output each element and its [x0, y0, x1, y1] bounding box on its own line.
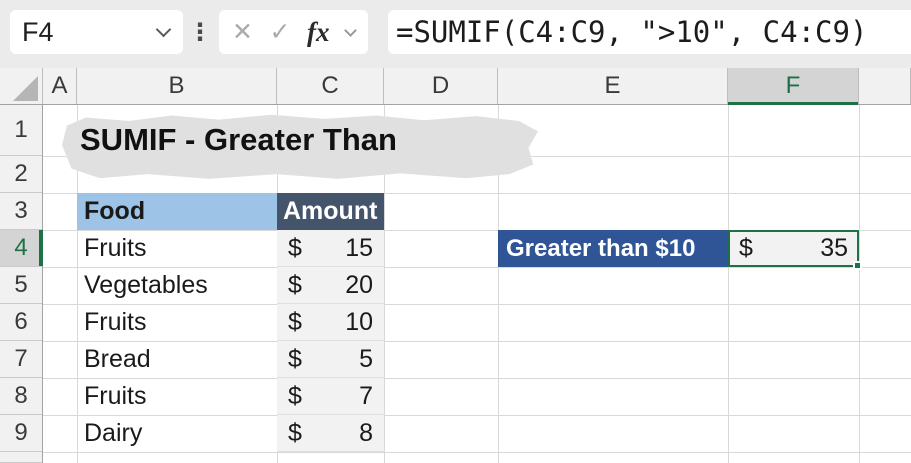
currency-symbol: $	[288, 270, 302, 299]
row-header-3[interactable]: 3	[0, 193, 42, 230]
amount-cell-c8[interactable]: $7	[277, 378, 384, 415]
column-header-partial[interactable]	[859, 68, 911, 104]
currency-symbol: $	[288, 418, 302, 447]
amount-cell-c7[interactable]: $5	[277, 341, 384, 378]
select-all-triangle-icon	[13, 76, 38, 101]
amount-cell-c4[interactable]: $15	[277, 230, 384, 267]
column-header-a[interactable]: A	[43, 68, 77, 104]
gridline	[728, 105, 729, 463]
amount-value: 5	[359, 344, 373, 373]
amount-header-cell[interactable]: Amount	[277, 193, 384, 230]
sheet-grid: A B C D E F 1 2 3 4 5 6 7 8 9 Food Amoun…	[0, 68, 911, 463]
currency-symbol: $	[288, 233, 302, 262]
column-header-f[interactable]: F	[728, 68, 859, 105]
food-cell-b6[interactable]: Fruits	[77, 304, 277, 341]
enter-icon[interactable]: ✓	[269, 19, 290, 45]
column-header-d[interactable]: D	[384, 68, 498, 104]
food-cell-b5[interactable]: Vegetables	[77, 267, 277, 304]
amount-cell-c9[interactable]: $8	[277, 415, 384, 452]
column-header-e[interactable]: E	[498, 68, 728, 104]
row-header-partial[interactable]	[0, 452, 42, 463]
formula-text: =SUMIF(C4:C9, ">10", C4:C9)	[396, 15, 868, 49]
row-header-2[interactable]: 2	[0, 156, 42, 193]
row-header-6[interactable]: 6	[0, 304, 42, 341]
row-header-7[interactable]: 7	[0, 341, 42, 378]
currency-symbol: $	[288, 307, 302, 336]
row-header-5[interactable]: 5	[0, 267, 42, 304]
name-box-value: F4	[22, 16, 54, 47]
amount-cell-c5[interactable]: $20	[277, 267, 384, 304]
amount-cell-c6[interactable]: $10	[277, 304, 384, 341]
gridline	[43, 452, 911, 453]
food-cell-b9[interactable]: Dairy	[77, 415, 277, 452]
amount-value: 20	[345, 270, 373, 299]
name-box[interactable]: F4	[10, 10, 183, 54]
currency-symbol: $	[739, 234, 753, 262]
currency-symbol: $	[288, 344, 302, 373]
excel-window: F4 ⋮ ✕ ✓ fx =SUMIF(C4:C9, ">10", C4:C9) …	[0, 0, 911, 463]
result-value: 35	[820, 234, 848, 262]
row-header-1[interactable]: 1	[0, 105, 42, 156]
formula-toolbar: ✕ ✓ fx	[219, 10, 368, 54]
chevron-down-icon[interactable]	[344, 23, 357, 37]
result-value-cell[interactable]: $ 35	[728, 230, 862, 270]
gridline	[859, 105, 860, 463]
more-options-icon[interactable]: ⋮	[185, 10, 215, 54]
amount-value: 7	[359, 381, 373, 410]
food-cell-b8[interactable]: Fruits	[77, 378, 277, 415]
sheet-title: SUMIF - Greater Than	[80, 122, 397, 157]
column-header-b[interactable]: B	[77, 68, 277, 104]
column-header-c[interactable]: C	[277, 68, 384, 104]
food-header-cell[interactable]: Food	[77, 193, 277, 230]
formula-input[interactable]: =SUMIF(C4:C9, ">10", C4:C9)	[388, 10, 911, 54]
amount-value: 10	[345, 307, 373, 336]
amount-value: 15	[345, 233, 373, 262]
row-header-8[interactable]: 8	[0, 378, 42, 415]
row-header-9[interactable]: 9	[0, 415, 42, 452]
formula-bar: F4 ⋮ ✕ ✓ fx =SUMIF(C4:C9, ">10", C4:C9)	[0, 0, 911, 68]
amount-value: 8	[359, 418, 373, 447]
food-cell-b7[interactable]: Bread	[77, 341, 277, 378]
chevron-down-icon[interactable]	[155, 21, 172, 38]
result-label-cell[interactable]: Greater than $10	[498, 230, 728, 267]
currency-symbol: $	[288, 381, 302, 410]
select-all-button[interactable]	[0, 68, 43, 104]
row-header-4[interactable]: 4	[0, 230, 43, 267]
insert-function-icon[interactable]: fx	[307, 17, 330, 48]
cancel-icon[interactable]: ✕	[232, 19, 253, 45]
fill-handle[interactable]	[853, 261, 862, 270]
food-cell-b4[interactable]: Fruits	[77, 230, 277, 267]
